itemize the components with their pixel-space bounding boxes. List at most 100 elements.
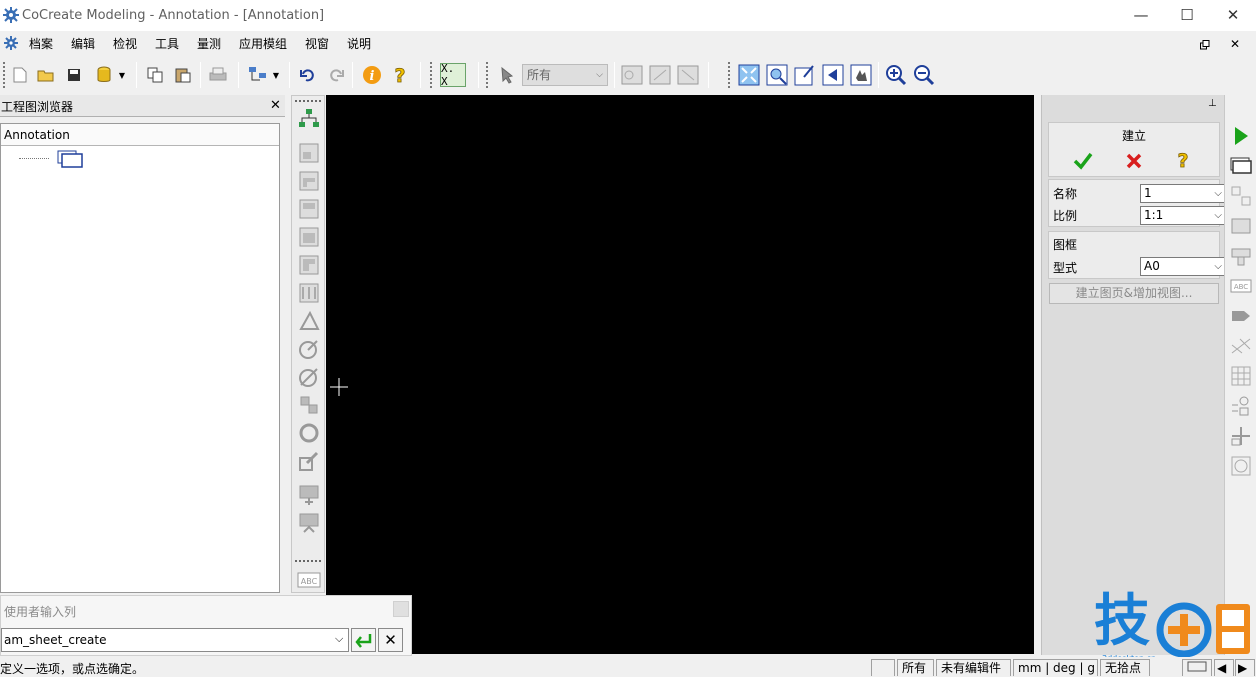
dimension-radius-button[interactable]	[296, 336, 322, 362]
browser-column-header[interactable]: Annotation	[1, 124, 279, 146]
view-tool-b[interactable]	[296, 168, 322, 194]
play-button[interactable]	[1228, 123, 1254, 149]
clear-button[interactable]: ✕	[378, 628, 403, 652]
previous-view-button[interactable]	[821, 63, 845, 87]
menu-modules[interactable]: 应用模组	[239, 35, 287, 52]
status-units[interactable]: mm | deg | g	[1013, 659, 1098, 676]
create-sheet-add-view-button[interactable]: 建立图页&增加视图...	[1049, 283, 1219, 304]
menu-edit[interactable]: 编辑	[71, 35, 95, 52]
close-button[interactable]: ✕	[1210, 0, 1256, 31]
minimize-button[interactable]: —	[1118, 0, 1164, 31]
view-tool-f[interactable]	[296, 280, 322, 306]
structure-button[interactable]	[246, 63, 270, 87]
open-button[interactable]	[34, 63, 58, 87]
browser-close-icon[interactable]: ✕	[270, 98, 281, 113]
status-snap[interactable]: 无拾点	[1100, 659, 1150, 676]
status-filter[interactable]: 所有	[897, 659, 934, 676]
rtext-tool-button[interactable]: ABC	[1228, 273, 1254, 299]
rview-tool-a[interactable]	[1228, 213, 1254, 239]
frame-tool-button[interactable]	[1228, 183, 1254, 209]
status-keyboard[interactable]	[1182, 659, 1212, 676]
menu-measure[interactable]: 量测	[197, 35, 221, 52]
maximize-button[interactable]: ☐	[1164, 0, 1210, 31]
database-dropdown[interactable]: ▼	[116, 63, 128, 87]
arrow-tool-button[interactable]	[1228, 303, 1254, 329]
formula-button[interactable]: X. X	[440, 62, 466, 88]
rview-tool-b[interactable]	[1228, 243, 1254, 269]
drawing-canvas[interactable]	[326, 95, 1034, 654]
save-button[interactable]	[62, 63, 86, 87]
hole-tool-button[interactable]	[296, 420, 322, 446]
menu-tools[interactable]: 工具	[155, 35, 179, 52]
dimension-diameter-button[interactable]	[296, 364, 322, 390]
pin-icon[interactable]: ⊥	[1208, 98, 1217, 109]
structure-dropdown[interactable]: ▼	[270, 63, 282, 87]
move-icon	[1231, 427, 1250, 446]
text-tool-button[interactable]: ABC	[296, 566, 322, 592]
ok-check-icon[interactable]	[1073, 152, 1093, 170]
view-tool-3[interactable]	[676, 63, 700, 87]
filter-select[interactable]: 所有 ⌵	[522, 64, 608, 86]
doc-gear-icon[interactable]	[3, 35, 19, 51]
table-add-button[interactable]	[296, 482, 322, 508]
zoom-in-button[interactable]	[884, 63, 908, 87]
zoom-in-icon	[886, 65, 907, 86]
menu-file[interactable]: 档案	[29, 35, 53, 52]
sheet-tool-button[interactable]	[1228, 153, 1254, 179]
status-edit-part[interactable]: 未有编辑件	[936, 659, 1011, 676]
scale-label: 比例	[1053, 209, 1078, 223]
view-tool-d[interactable]	[296, 224, 322, 250]
view-edit-button[interactable]	[793, 63, 817, 87]
pattern-tool-button[interactable]	[1228, 453, 1254, 479]
table-tool-button[interactable]	[1228, 363, 1254, 389]
scroll-left-button[interactable]: ◀	[1214, 659, 1234, 676]
name-combo[interactable]: 1 ⌵	[1140, 184, 1225, 203]
dimension-angle-button[interactable]	[296, 308, 322, 334]
browser-title: 工程图浏览器	[1, 100, 74, 114]
scale-combo[interactable]: 1:1 ⌵	[1140, 206, 1225, 225]
edit-annotation-button[interactable]	[296, 448, 322, 474]
zoom-window-button[interactable]	[765, 63, 789, 87]
print-button[interactable]	[206, 63, 230, 87]
app-gear-icon	[3, 7, 19, 23]
info-button[interactable]: i	[360, 63, 384, 87]
close-doc-icon[interactable]: ✕	[1230, 37, 1240, 51]
scroll-right-button[interactable]: ▶	[1235, 659, 1255, 676]
user-input-close-icon[interactable]	[393, 601, 409, 617]
structure-tool-button[interactable]	[296, 106, 322, 132]
chevron-down-icon[interactable]: ⌵	[335, 632, 343, 646]
panel-help-icon[interactable]: ?	[1175, 149, 1191, 171]
database-button[interactable]	[92, 63, 116, 87]
view-tool-e[interactable]	[296, 252, 322, 278]
paste-button[interactable]	[171, 63, 195, 87]
watermark-char: 技	[1094, 589, 1150, 654]
symbol-tool-button[interactable]	[296, 392, 322, 418]
undo-button[interactable]	[296, 63, 320, 87]
view-tool-a[interactable]	[296, 140, 322, 166]
new-file-button[interactable]	[8, 63, 32, 87]
view-tool-1[interactable]	[620, 63, 644, 87]
zoom-out-button[interactable]	[912, 63, 936, 87]
select-arrow-button[interactable]	[496, 63, 520, 87]
help-button[interactable]: ?	[388, 63, 412, 87]
menu-window[interactable]: 视窗	[305, 35, 329, 52]
type-combo[interactable]: A0 ⌵	[1140, 257, 1225, 276]
table-edit-button[interactable]	[296, 510, 322, 536]
menu-help[interactable]: 说明	[347, 35, 371, 52]
view-tool-2[interactable]	[648, 63, 672, 87]
cancel-x-icon[interactable]	[1125, 152, 1143, 170]
sheet-icon[interactable]	[57, 150, 83, 168]
move-tool-button[interactable]	[1228, 423, 1254, 449]
fit-view-button[interactable]	[737, 63, 761, 87]
enter-button[interactable]	[351, 628, 376, 652]
menu-view[interactable]: 检视	[113, 35, 137, 52]
geometry-tool-button[interactable]	[1228, 393, 1254, 419]
view-tool-c[interactable]	[296, 196, 322, 222]
copy-button[interactable]	[143, 63, 167, 87]
restore-doc-icon[interactable]	[1200, 40, 1210, 50]
command-input[interactable]: am_sheet_create ⌵	[1, 628, 349, 652]
menu-bar: 档案 编辑 检视 工具 量测 应用模组 视窗 说明 ✕	[0, 31, 1256, 55]
pan-button[interactable]	[849, 63, 873, 87]
hatch-tool-button[interactable]	[1228, 333, 1254, 359]
redo-button[interactable]	[324, 63, 348, 87]
